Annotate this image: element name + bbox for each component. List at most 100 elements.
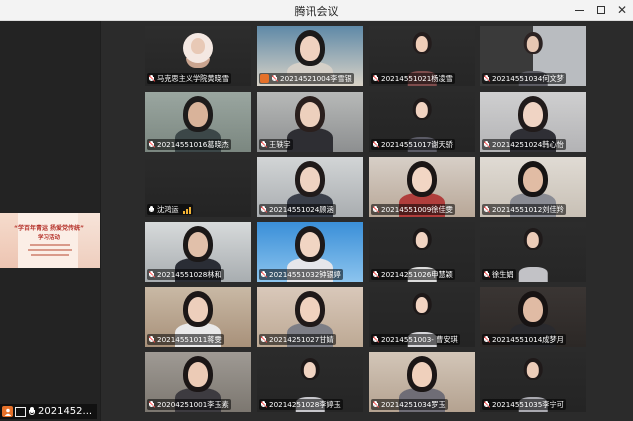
mic-muted-icon bbox=[148, 74, 156, 83]
mic-muted-icon bbox=[148, 270, 156, 279]
participant-tile[interactable]: 20214551014成梦月 bbox=[480, 287, 586, 347]
window-title: 腾讯会议 bbox=[294, 5, 339, 18]
participant-tile[interactable]: 20214551003- 曹安琪 bbox=[369, 287, 475, 347]
participant-tile[interactable]: 20214551034何文梦 bbox=[480, 26, 586, 86]
participant-tile[interactable]: 20214551021杨凌雪 bbox=[369, 26, 475, 86]
participant-tile[interactable]: 20214251027甘婧 bbox=[257, 287, 363, 347]
participant-name: 20214551032钟银婷 bbox=[269, 269, 341, 279]
participant-label: 20214551024顾涵 bbox=[259, 204, 336, 215]
mic-muted-icon bbox=[148, 335, 156, 344]
participant-label: 王轶宇 bbox=[259, 139, 293, 150]
minimize-button[interactable] bbox=[568, 0, 590, 20]
participant-label: 20204251001李玉素 bbox=[147, 399, 231, 410]
host-icon bbox=[260, 74, 269, 83]
participant-label: 沈鸿运 bbox=[147, 204, 193, 215]
participant-name: 20214551021杨凌雪 bbox=[381, 73, 453, 83]
participant-video-face bbox=[188, 362, 208, 387]
mic-muted-icon bbox=[372, 74, 380, 83]
maximize-icon bbox=[597, 6, 605, 14]
mic-muted-icon bbox=[260, 140, 268, 149]
participant-label: 20214551034何文梦 bbox=[482, 73, 566, 84]
participant-tile[interactable]: 徐生娟 bbox=[480, 222, 586, 282]
participant-tile[interactable]: 20214251028李婷玉 bbox=[257, 352, 363, 412]
participant-video-face bbox=[523, 297, 543, 322]
maximize-button[interactable] bbox=[590, 0, 612, 20]
mic-muted-icon bbox=[260, 205, 268, 214]
participant-label: 20214251034罗玉 bbox=[371, 399, 448, 410]
mic-muted-icon bbox=[483, 335, 491, 344]
participant-name: 20214551014成梦月 bbox=[492, 334, 564, 344]
participant-tile[interactable]: 20214551028林和 bbox=[145, 222, 251, 282]
participant-tile[interactable]: 20214251026申慧颖 bbox=[369, 222, 475, 282]
participant-label: 20214551017谢天骄 bbox=[371, 139, 455, 150]
participant-video-face bbox=[415, 102, 429, 118]
participant-label: 20214551012刘佳羚 bbox=[482, 204, 566, 215]
participant-video-face bbox=[526, 362, 540, 378]
participant-video-face bbox=[412, 362, 432, 387]
participant-video-face bbox=[191, 38, 205, 54]
participant-label: 马克思主义学院黄晓雪 bbox=[147, 73, 231, 84]
participant-tile[interactable]: 20214551011蒋雯 bbox=[145, 287, 251, 347]
participant-name: 20214521004李雪银 bbox=[280, 73, 352, 83]
participant-tile[interactable]: 20214551017谢天骄 bbox=[369, 92, 475, 152]
participant-label: 20214551032钟银婷 bbox=[259, 269, 343, 280]
participant-tile[interactable]: 20214551009徐佳雯 bbox=[369, 157, 475, 217]
participant-tile[interactable]: 20204251001李玉素 bbox=[145, 352, 251, 412]
mic-muted-icon bbox=[483, 205, 491, 214]
participant-tile[interactable]: 马克思主义学院黄晓雪 bbox=[145, 26, 251, 86]
screen-share-icon bbox=[15, 406, 26, 417]
mic-muted-icon bbox=[372, 270, 380, 279]
participant-video-face bbox=[303, 362, 317, 378]
mic-muted-icon bbox=[148, 140, 156, 149]
participant-tile[interactable]: 20214251024韩心怡 bbox=[480, 92, 586, 152]
self-name: 2021452... bbox=[38, 406, 93, 417]
text-line bbox=[28, 249, 72, 251]
mic-icon[interactable] bbox=[28, 406, 36, 417]
participant-label: 20214551011蒋雯 bbox=[147, 334, 224, 345]
participant-video-face bbox=[300, 102, 320, 127]
participant-tile[interactable]: 20214551012刘佳羚 bbox=[480, 157, 586, 217]
participant-video-body bbox=[518, 267, 548, 282]
participant-name: 20214551016葛晓杰 bbox=[157, 139, 229, 149]
speaker-sidebar: “学百年青运 扬爱党传统” 学习活动 bbox=[0, 21, 100, 421]
participant-tile[interactable]: 沈鸿运 bbox=[145, 157, 251, 217]
participant-label: 徐生娟 bbox=[482, 269, 516, 280]
participant-name: 20214551024顾涵 bbox=[269, 204, 334, 214]
title-bar: 腾讯会议 ✕ bbox=[0, 0, 633, 21]
participant-tile[interactable]: 20214551032钟银婷 bbox=[257, 222, 363, 282]
participant-video-face bbox=[523, 102, 543, 127]
participant-video-face bbox=[188, 297, 208, 322]
participant-name: 20214551009徐佳雯 bbox=[381, 204, 453, 214]
participant-tile[interactable]: 20214551024顾涵 bbox=[257, 157, 363, 217]
mic-muted-icon bbox=[372, 400, 380, 409]
participant-name: 20214251027甘婧 bbox=[269, 334, 334, 344]
participant-video-face bbox=[526, 232, 540, 248]
participant-video-face bbox=[300, 36, 320, 61]
participant-name: 20204251001李玉素 bbox=[157, 399, 229, 409]
participant-video-face bbox=[415, 232, 429, 248]
mic-muted-icon bbox=[260, 335, 268, 344]
close-button[interactable]: ✕ bbox=[611, 0, 633, 20]
participant-name: 20214551017谢天骄 bbox=[381, 139, 453, 149]
shared-screen[interactable]: “学百年青运 扬爱党传统” 学习活动 bbox=[0, 213, 100, 268]
participant-label: 20214551003- 曹安琪 bbox=[371, 334, 460, 345]
participant-tile[interactable]: 王轶宇 bbox=[257, 92, 363, 152]
participant-label: 20214551009徐佳雯 bbox=[371, 204, 455, 215]
shared-screen-subtitle: 学习活动 bbox=[38, 235, 61, 241]
participant-video-face bbox=[526, 36, 540, 52]
participant-tile[interactable]: 20214551016葛晓杰 bbox=[145, 92, 251, 152]
participant-tile[interactable]: 20214551035李宁可 bbox=[480, 352, 586, 412]
text-line bbox=[30, 244, 70, 246]
participant-label: 20214551028林和 bbox=[147, 269, 224, 280]
self-view-bar[interactable]: 2021452... bbox=[0, 404, 97, 419]
mic-icon bbox=[148, 205, 155, 214]
participant-tile[interactable]: 20214521004李雪银 bbox=[257, 26, 363, 86]
participant-label: 20214251026申慧颖 bbox=[371, 269, 455, 280]
participant-tile[interactable]: 20214251034罗玉 bbox=[369, 352, 475, 412]
mic-muted-icon bbox=[260, 270, 268, 279]
participant-video-face bbox=[415, 297, 429, 313]
mic-muted-icon bbox=[483, 400, 491, 409]
participant-video-face bbox=[188, 232, 208, 257]
participant-video-face bbox=[300, 232, 320, 257]
participant-name: 20214551028林和 bbox=[157, 269, 222, 279]
